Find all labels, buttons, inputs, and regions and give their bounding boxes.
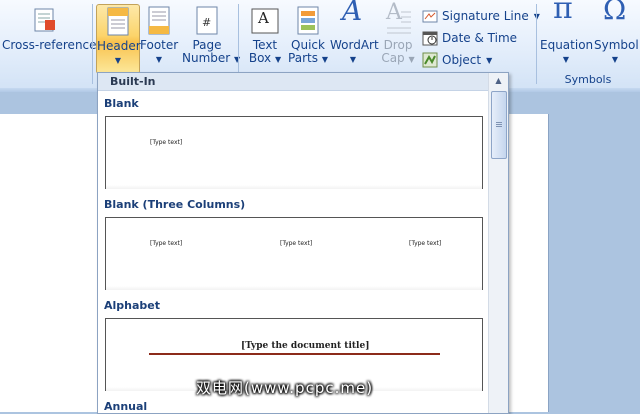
gallery-item-blank-three-columns[interactable]: [Type text] [Type text] [Type text] [105,217,483,290]
signature-line-icon [422,8,438,24]
placeholder-text: [Type text] [150,139,183,146]
chevron-down-icon: ▼ [274,55,282,64]
page-number-icon: # [194,6,220,36]
chevron-down-icon: ▼ [321,55,328,64]
gallery-scrollbar[interactable]: ▲ [488,73,508,413]
symbol-label: Symbol [594,38,639,52]
drop-cap-icon: A [383,2,413,36]
wordart-glyph: A [342,0,363,27]
cross-reference-button[interactable]: Cross-reference [2,4,97,74]
page-number-button[interactable]: # Page Number ▼ [182,4,240,74]
wordart-button[interactable]: A WordArt ▼ [330,0,379,74]
date-time-button[interactable]: Date & Time [422,28,517,48]
omega-icon: Ω [600,0,630,36]
omega-glyph: Ω [603,0,627,26]
gallery-item-blank[interactable]: [Type text] [105,116,483,189]
watermark-text: 双电网(www.pcpc.me) [196,379,374,397]
quick-parts-label-line2: Parts [288,51,318,65]
symbol-button[interactable]: Ω Symbol ▼ [594,0,639,74]
group-separator [92,4,93,84]
gallery-heading: Built-In [98,73,488,91]
calendar-icon [422,30,438,46]
footer-label: Footer [140,38,179,52]
chevron-down-icon: ▼ [155,55,163,64]
thumb-fade [106,286,482,290]
cross-reference-icon [29,6,59,36]
gallery-section-title: Blank (Three Columns) [104,198,246,211]
object-icon [422,52,438,68]
scroll-thumb[interactable] [491,91,507,159]
cross-reference-label: Cross-reference [2,38,97,52]
footer-button[interactable]: Footer ▼ [140,4,178,74]
object-label: Object [442,53,482,67]
title-rule [149,353,440,355]
page-number-label-line2: Number [182,51,231,65]
signature-line-button[interactable]: Signature Line ▼ [422,6,540,26]
header-label: Header [97,39,141,53]
grip-line [496,122,502,123]
pi-icon: π [551,0,581,36]
pi-glyph: π [553,0,573,26]
drop-cap-button[interactable]: A Drop Cap ▼ [380,2,416,74]
placeholder-title-text: [Type the document title] [241,341,370,351]
footer-icon [146,6,172,36]
signature-line-label: Signature Line [442,9,529,23]
drop-cap-label-line2: Cap [381,51,405,65]
symbols-group-label: Symbols [564,73,612,86]
object-button[interactable]: Object ▼ [422,50,492,70]
date-time-label: Date & Time [442,31,518,45]
text-box-icon: A [250,6,280,36]
gallery-section-title: Blank [104,97,139,110]
text-box-glyph: A [258,9,269,27]
chevron-down-icon: ▼ [562,55,570,64]
quick-parts-icon [295,6,321,36]
header-button[interactable]: Header ▼ [96,4,141,74]
header-icon [105,7,131,37]
chevron-down-icon: ▼ [611,55,619,64]
wordart-icon: A [338,0,368,36]
gallery-section-title: Alphabet [104,299,161,312]
chevron-down-icon: ▼ [486,55,493,65]
placeholder-text: [Type text] [409,240,442,247]
gallery-section-title: Annual [104,400,148,413]
grip-line [496,124,502,125]
quick-parts-button[interactable]: Quick Parts ▼ [288,4,328,74]
chevron-down-icon: ▼ [349,55,357,64]
equation-button[interactable]: π Equation ▼ [540,0,594,74]
wordart-label: WordArt [330,38,379,52]
chevron-down-icon: ▼ [408,55,415,64]
placeholder-text: [Type text] [280,240,313,247]
group-separator [536,4,537,84]
page-hash-glyph: # [202,16,212,29]
text-box-button[interactable]: A Text Box ▼ [246,4,284,74]
scroll-up-arrow-icon[interactable]: ▲ [491,74,506,88]
equation-label: Equation [540,38,594,52]
text-box-label-line2: Box [248,51,272,65]
chevron-down-icon: ▼ [114,56,122,65]
grip-line [496,126,502,127]
header-gallery: Built-In Blank [Type text] Blank (Three … [97,72,509,414]
placeholder-text: [Type text] [150,240,183,247]
thumb-fade [106,185,482,189]
